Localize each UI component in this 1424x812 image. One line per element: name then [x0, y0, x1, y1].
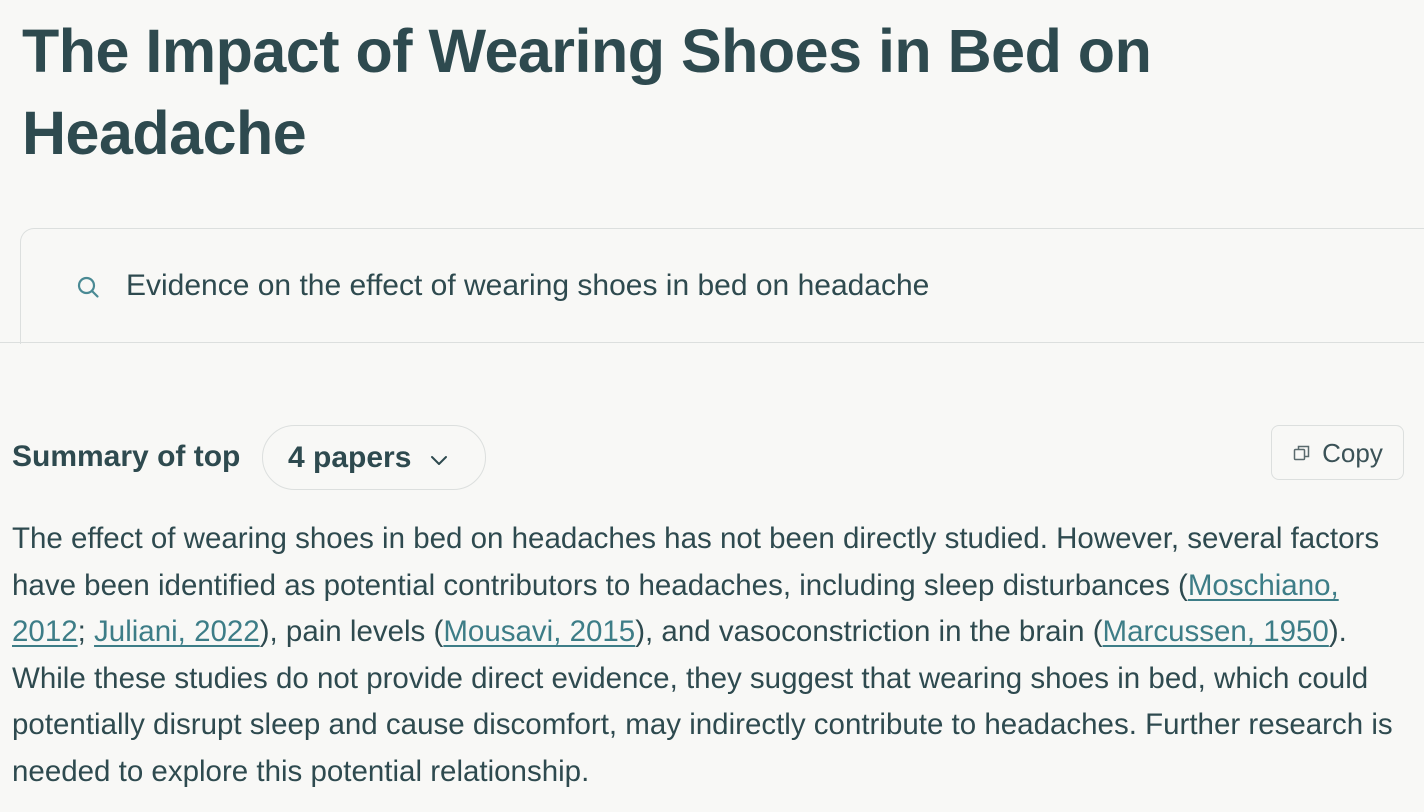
citation-separator: ;	[77, 615, 95, 649]
summary-text-part: ), and vasoconstriction in the brain (	[635, 615, 1103, 649]
papers-dropdown-label: 4 papers	[288, 440, 412, 474]
copy-icon	[1293, 445, 1310, 460]
summary-label: Summary of top	[12, 440, 241, 473]
citation-link[interactable]: Juliani, 2022	[94, 615, 260, 648]
chevron-down-icon	[431, 455, 448, 465]
search-query[interactable]: Evidence on the effect of wearing shoes …	[126, 266, 929, 306]
citation-link[interactable]: Marcussen, 1950	[1103, 615, 1329, 648]
summary-text-part: ), pain levels (	[259, 615, 444, 649]
papers-dropdown[interactable]: 4 papers	[262, 425, 486, 490]
copy-button-label: Copy	[1322, 437, 1383, 468]
copy-button[interactable]: Copy	[1271, 425, 1404, 480]
summary-text: The effect of wearing shoes in bed on he…	[12, 516, 1417, 796]
citation-link[interactable]: Mousavi, 2015	[443, 615, 635, 648]
page-title: The Impact of Wearing Shoes in Bed on He…	[22, 17, 1152, 167]
search-icon	[77, 276, 99, 298]
summary-text-part: The effect of wearing shoes in bed on he…	[12, 522, 1380, 602]
section-divider	[0, 342, 1424, 343]
